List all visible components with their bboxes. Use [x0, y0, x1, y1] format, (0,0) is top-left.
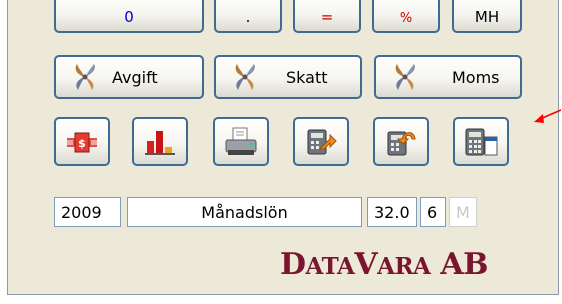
- bar-chart-icon: [143, 127, 177, 157]
- rate-value: 32.0: [374, 202, 410, 222]
- currency-exchange-button[interactable]: $: [54, 117, 110, 166]
- moms-button[interactable]: Moms: [374, 55, 522, 99]
- fan-icon: [388, 62, 422, 92]
- mh-button-label: MH: [474, 8, 500, 26]
- calculator-window-icon: [463, 126, 499, 158]
- datavara-logo: DATAVARA AB: [280, 247, 488, 282]
- avgift-label: Avgift: [112, 67, 158, 87]
- equals-button-label: =: [320, 8, 334, 26]
- mode-value: M: [456, 202, 470, 222]
- skatt-label: Skatt: [286, 67, 328, 87]
- calculator-export-button[interactable]: [293, 117, 349, 166]
- print-button[interactable]: [213, 117, 269, 166]
- chart-button[interactable]: [132, 117, 188, 166]
- calculator-export-icon: [304, 127, 338, 157]
- period-field[interactable]: Månadslön: [127, 197, 362, 227]
- equals-button[interactable]: =: [293, 0, 361, 33]
- count-field[interactable]: 6: [420, 197, 446, 227]
- mode-field[interactable]: M: [449, 197, 477, 227]
- count-value: 6: [427, 202, 438, 222]
- percent-button[interactable]: %: [372, 0, 440, 33]
- moms-label: Moms: [452, 67, 500, 87]
- skatt-button[interactable]: Skatt: [214, 55, 362, 99]
- mh-button[interactable]: MH: [452, 0, 522, 33]
- percent-button-label: %: [399, 11, 413, 26]
- avgift-button[interactable]: Avgift: [54, 55, 204, 99]
- fan-icon: [228, 62, 262, 92]
- period-value: Månadslön: [201, 202, 288, 222]
- decimal-button[interactable]: .: [214, 0, 282, 33]
- printer-icon: [223, 126, 259, 158]
- svg-text:$: $: [78, 137, 86, 150]
- decimal-button-label: .: [245, 8, 251, 26]
- zero-button[interactable]: 0: [54, 0, 204, 33]
- calculator-undo-icon: [384, 127, 418, 157]
- calculator-undo-button[interactable]: [373, 117, 429, 166]
- currency-exchange-icon: $: [65, 127, 99, 157]
- year-value: 2009: [61, 202, 102, 222]
- year-field[interactable]: 2009: [54, 197, 121, 227]
- zero-button-label: 0: [124, 8, 134, 26]
- fan-icon: [68, 62, 102, 92]
- pointer-arrow-icon: [534, 109, 562, 123]
- calculator-window-button[interactable]: [453, 117, 509, 166]
- rate-field[interactable]: 32.0: [367, 197, 417, 227]
